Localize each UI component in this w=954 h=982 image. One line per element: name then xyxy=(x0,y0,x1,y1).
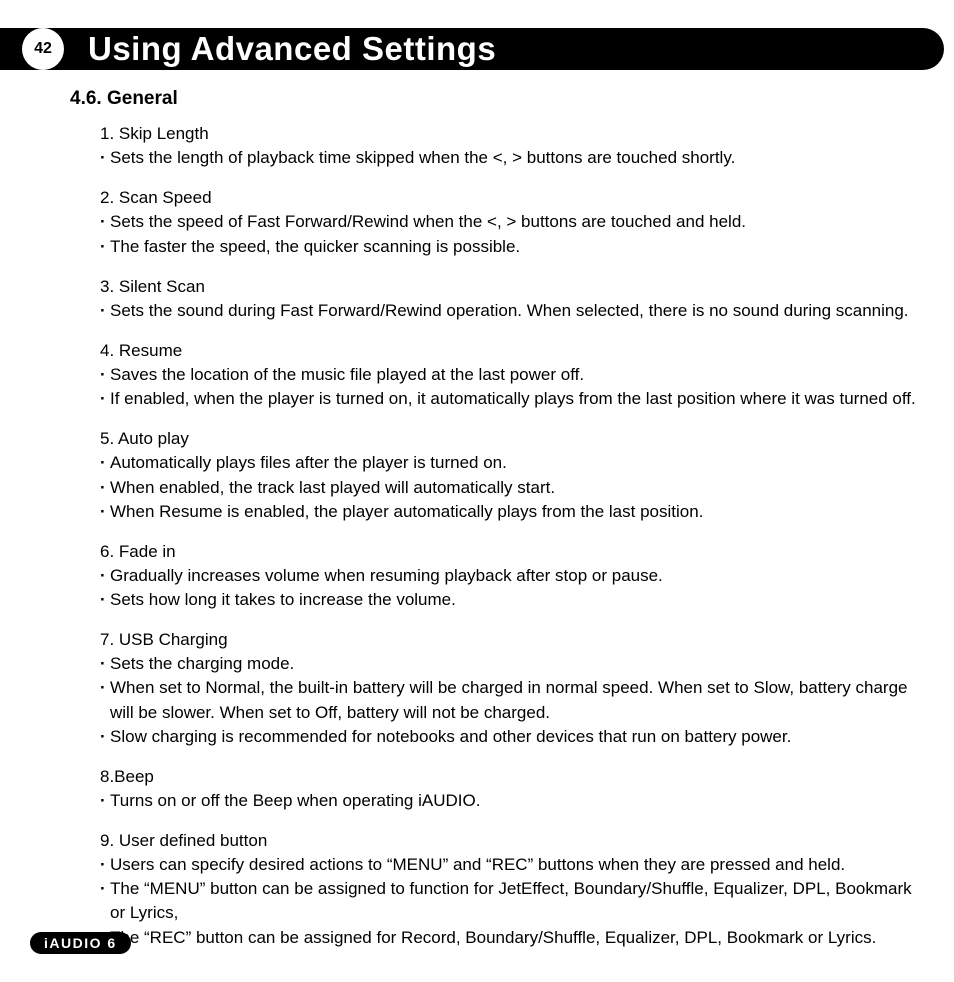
setting-item-title: 4. Resume xyxy=(100,339,924,363)
setting-item-bullet: If enabled, when the player is turned on… xyxy=(100,387,924,411)
footer-badge: iAUDIO 6 xyxy=(30,932,131,954)
setting-item-bullet: When Resume is enabled, the player autom… xyxy=(100,500,924,524)
setting-item-title: 1. Skip Length xyxy=(100,122,924,146)
setting-item: 5. Auto playAutomatically plays files af… xyxy=(100,427,924,524)
setting-item-bullet: The faster the speed, the quicker scanni… xyxy=(100,235,924,259)
setting-item-title: 3. Silent Scan xyxy=(100,275,924,299)
setting-item-bullet: Turns on or off the Beep when operating … xyxy=(100,789,924,813)
setting-item: 9. User defined buttonUsers can specify … xyxy=(100,829,924,950)
setting-item-bullet: Gradually increases volume when resuming… xyxy=(100,564,924,588)
setting-item-bullet: Slow charging is recommended for noteboo… xyxy=(100,725,924,749)
setting-item: 4. ResumeSaves the location of the music… xyxy=(100,339,924,411)
page-number-badge: 42 xyxy=(22,28,64,70)
setting-item: 6. Fade inGradually increases volume whe… xyxy=(100,540,924,612)
setting-item-bullet: Sets the speed of Fast Forward/Rewind wh… xyxy=(100,210,924,234)
setting-item-bullet: Sets the sound during Fast Forward/Rewin… xyxy=(100,299,924,323)
setting-item-bullet: The “REC” button can be assigned for Rec… xyxy=(100,926,924,950)
setting-item-title: 6. Fade in xyxy=(100,540,924,564)
setting-item-bullet: The “MENU” button can be assigned to fun… xyxy=(100,877,924,925)
content-area: 4.6. General 1. Skip LengthSets the leng… xyxy=(0,70,954,950)
setting-item-bullet: Automatically plays files after the play… xyxy=(100,451,924,475)
setting-item: 3. Silent ScanSets the sound during Fast… xyxy=(100,275,924,323)
setting-item: 1. Skip LengthSets the length of playbac… xyxy=(100,122,924,170)
setting-item-bullet: Sets the charging mode. xyxy=(100,652,924,676)
setting-item: 7. USB ChargingSets the charging mode.Wh… xyxy=(100,628,924,749)
setting-item: 2. Scan SpeedSets the speed of Fast Forw… xyxy=(100,186,924,258)
setting-item-bullet: When enabled, the track last played will… xyxy=(100,476,924,500)
chapter-title: Using Advanced Settings xyxy=(88,30,496,68)
setting-item-title: 5. Auto play xyxy=(100,427,924,451)
setting-item-bullet: When set to Normal, the built-in battery… xyxy=(100,676,924,724)
setting-item-title: 2. Scan Speed xyxy=(100,186,924,210)
setting-item-bullet: Saves the location of the music file pla… xyxy=(100,363,924,387)
setting-item-title: 7. USB Charging xyxy=(100,628,924,652)
setting-item-title: 9. User defined button xyxy=(100,829,924,853)
setting-item: 8.BeepTurns on or off the Beep when oper… xyxy=(100,765,924,813)
chapter-header: 42 Using Advanced Settings xyxy=(0,28,944,70)
setting-item-bullet: Users can specify desired actions to “ME… xyxy=(100,853,924,877)
setting-item-bullet: Sets the length of playback time skipped… xyxy=(100,146,924,170)
page-number: 42 xyxy=(34,40,52,58)
setting-item-bullet: Sets how long it takes to increase the v… xyxy=(100,588,924,612)
items-container: 1. Skip LengthSets the length of playbac… xyxy=(70,122,924,950)
section-heading: 4.6. General xyxy=(70,88,924,110)
setting-item-title: 8.Beep xyxy=(100,765,924,789)
